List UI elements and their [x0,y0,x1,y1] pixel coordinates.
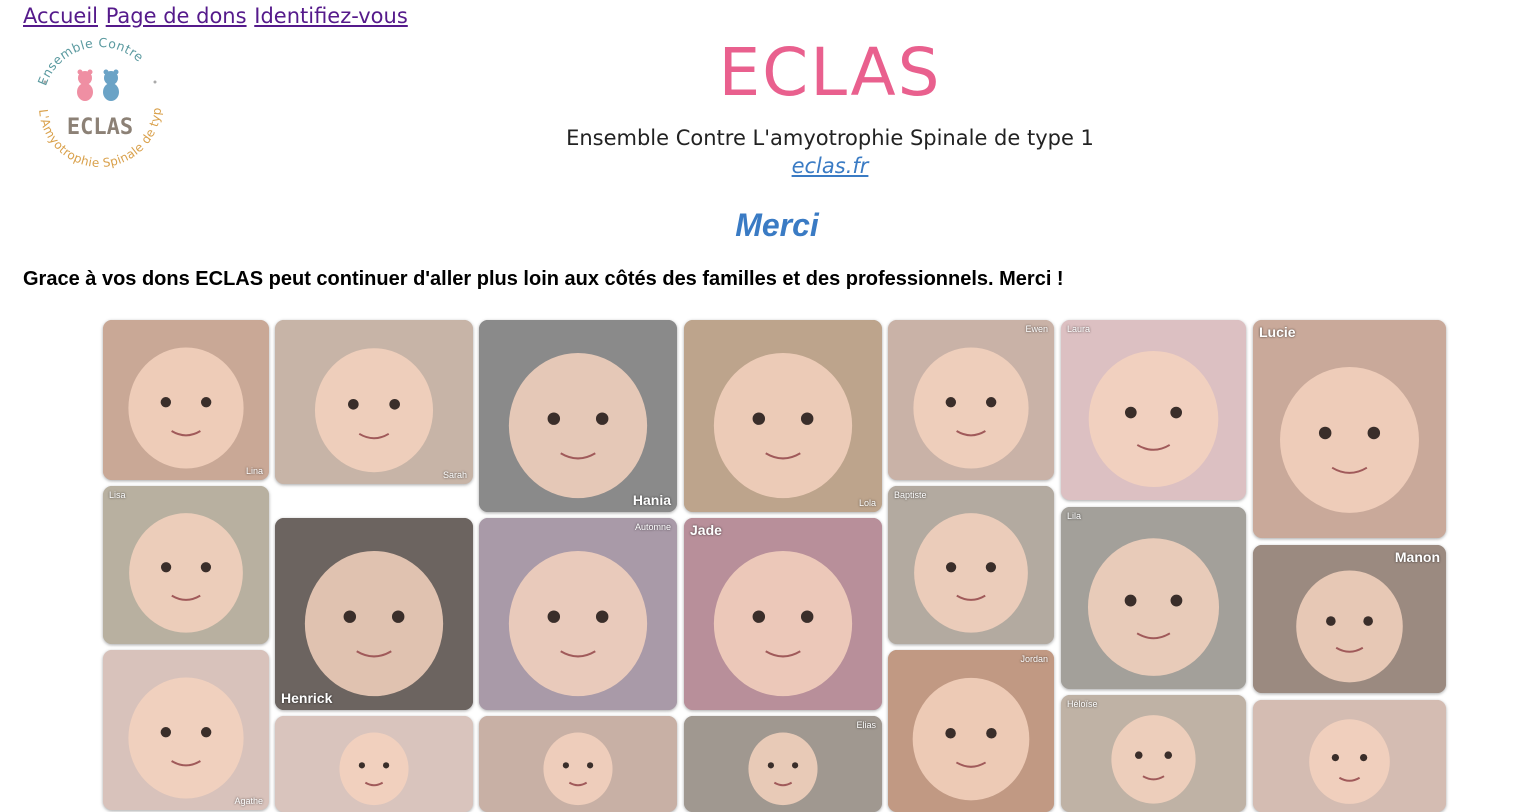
photo-name-label: Héloïse [1067,699,1098,709]
baby-photo [1253,700,1446,812]
baby-photo: Sarah [275,320,473,484]
baby-photo-image [103,650,269,810]
photo-name-label: Jade [690,522,722,538]
nav-home-link[interactable]: Accueil [23,4,98,28]
baby-photo-image [1253,700,1446,812]
photo-name-label: Sarah [442,470,467,480]
photo-name-label: Lucie [1259,324,1296,340]
baby-photo-image [479,518,677,710]
baby-photo-image [684,320,882,512]
baby-photo: Baptiste [888,486,1054,644]
baby-photo-image [1061,320,1246,500]
photo-name-label: Hania [632,492,671,508]
top-navigation: Accueil Page de dons Identifiez-vous [23,3,409,29]
baby-photo: Manon [1253,545,1446,693]
photo-name-label: Baptiste [894,490,927,500]
nav-login-link[interactable]: Identifiez-vous [254,4,408,28]
photo-name-label: Lisa [109,490,126,500]
photo-name-label: Automne [634,522,671,532]
baby-photo-image [1061,695,1246,812]
photo-name-label: Ewen [1025,324,1048,334]
baby-photo-image [888,650,1054,812]
baby-photo-image [275,320,473,484]
baby-photo: Jordan [888,650,1054,812]
nav-donations-link[interactable]: Page de dons [106,4,247,28]
photo-name-label: Manon [1394,549,1440,565]
baby-photo: Lola [684,320,882,512]
baby-photo-image [479,716,677,812]
thanks-message: Grace à vos dons ECLAS peut continuer d'… [23,268,1064,290]
page-heading: Merci [735,207,819,243]
baby-photo-image [103,320,269,480]
baby-photo: Lucie [1253,320,1446,538]
photo-name-label: Lina [245,466,263,476]
photo-name-label: Jordan [1020,654,1048,664]
photo-name-label: Lola [858,498,876,508]
site-subtitle: Ensemble Contre L'amyotrophie Spinale de… [566,126,1094,150]
baby-photo: Lila [1061,507,1246,689]
baby-photo: Agathe [103,650,269,810]
baby-photo [275,716,473,812]
baby-photo-image [888,320,1054,480]
baby-photo: Laura [1061,320,1246,500]
site-link[interactable]: eclas.fr [792,154,869,178]
photo-name-label: Elias [856,720,876,730]
baby-photo: Elias [684,716,882,812]
photo-name-label: Henrick [281,690,333,706]
baby-photo: Jade [684,518,882,710]
baby-photo: Ewen [888,320,1054,480]
baby-photo-image [1253,545,1446,693]
photo-name-label: Laura [1067,324,1091,334]
photo-name-label: Agathe [234,796,263,806]
baby-photo-image [103,486,269,644]
baby-photo-image [275,518,473,710]
site-title: ECLAS [718,34,942,111]
baby-photo: Hania [479,320,677,512]
baby-photo-image [684,716,882,812]
baby-photo: Lina [103,320,269,480]
baby-photo: Lisa [103,486,269,644]
baby-photo-image [1061,507,1246,689]
baby-photo-image [275,716,473,812]
baby-photo: Héloïse [1061,695,1246,812]
baby-photo-image [888,486,1054,644]
baby-photo: Henrick [275,518,473,710]
baby-photo-image [1253,320,1446,538]
site-link-container: eclas.fr [0,154,1538,178]
baby-photo: Automne [479,518,677,710]
baby-photo [479,716,677,812]
baby-photo-image [684,518,882,710]
baby-photo-image [479,320,677,512]
photo-name-label: Lila [1067,511,1082,521]
